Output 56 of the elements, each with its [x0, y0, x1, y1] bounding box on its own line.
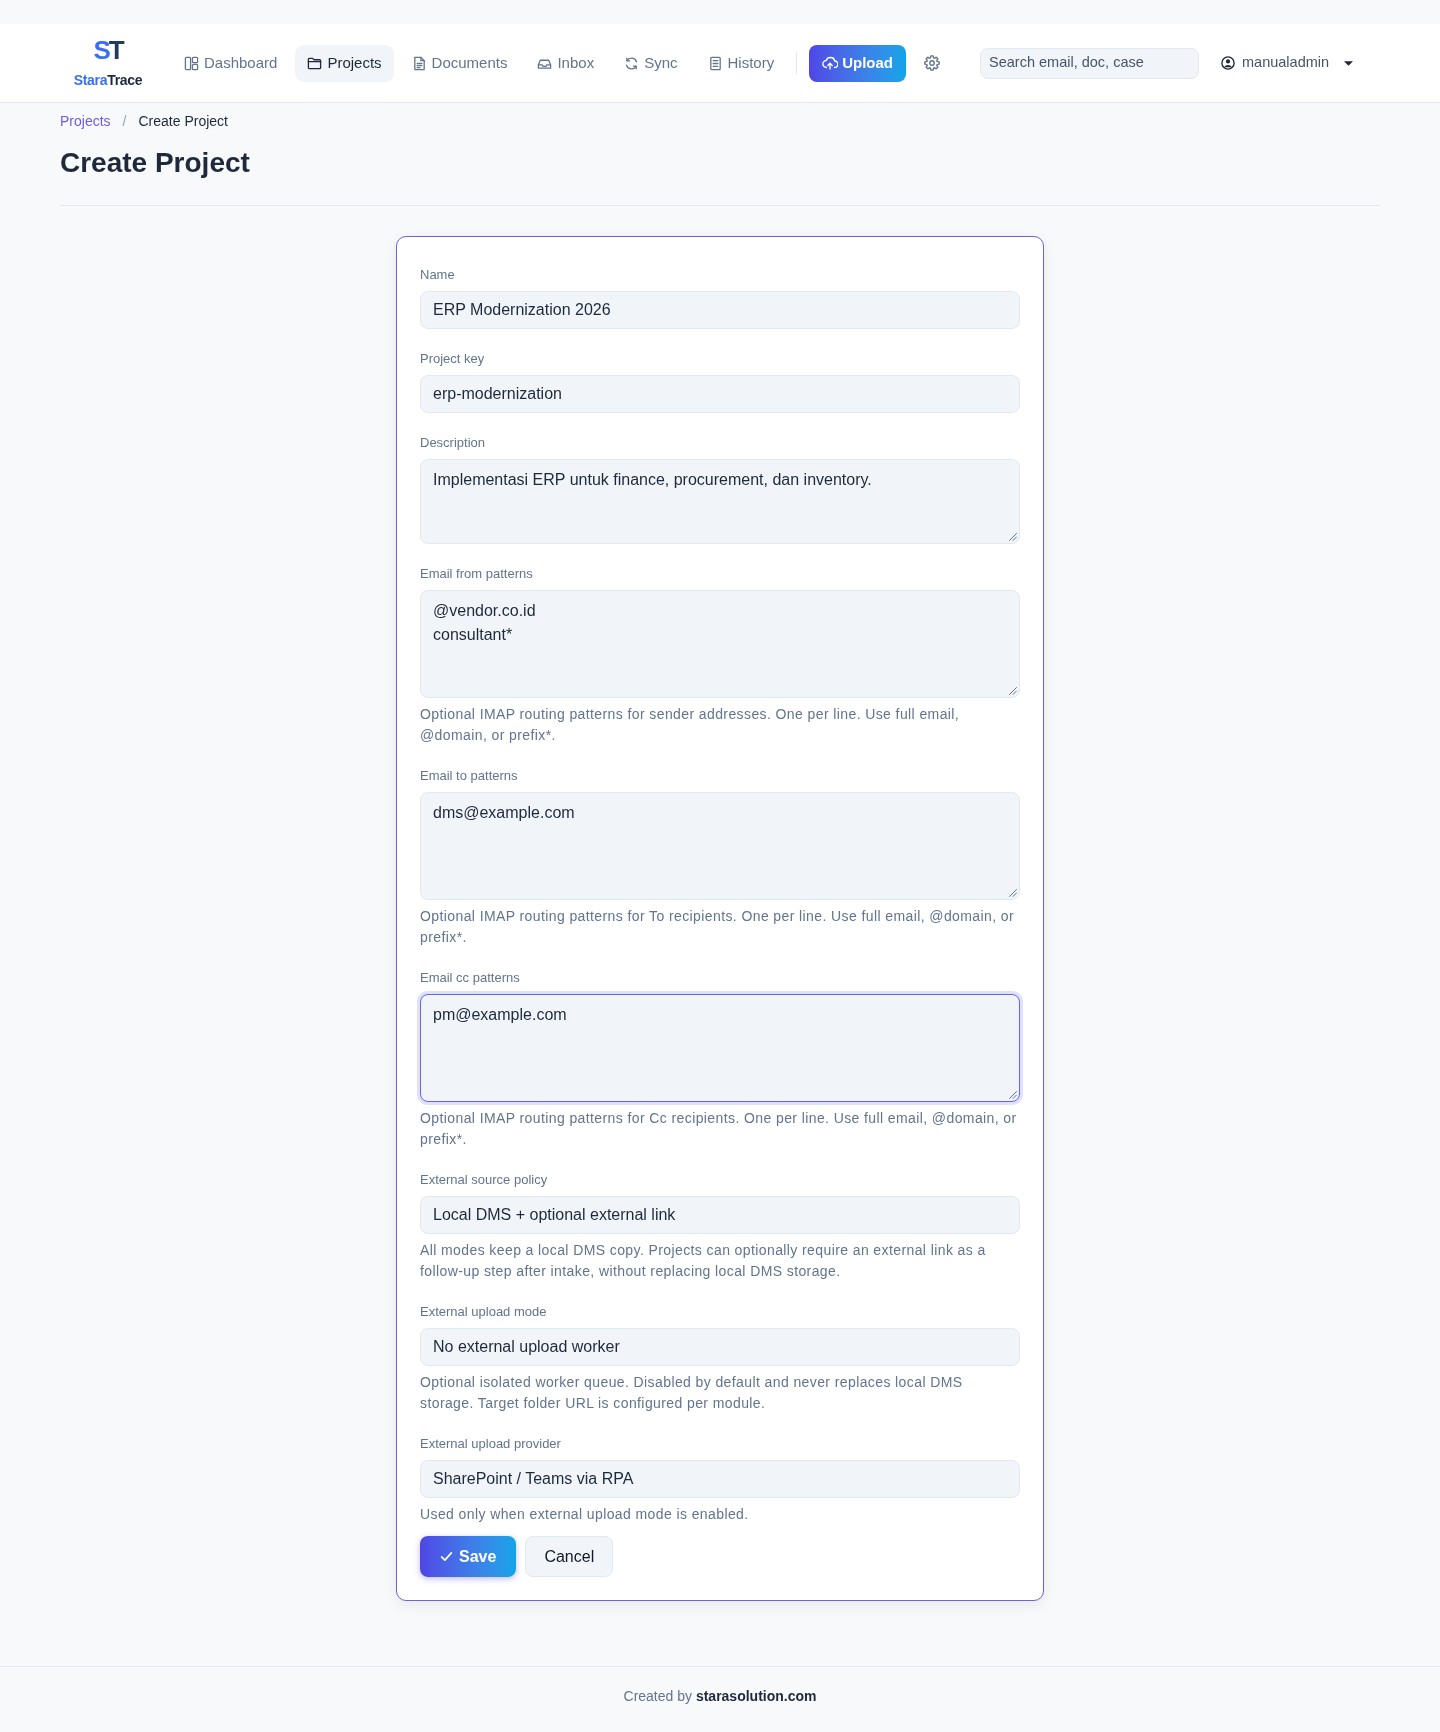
- breadcrumb-separator: /: [122, 112, 127, 131]
- sync-arrows-icon: [624, 55, 640, 71]
- textarea-field[interactable]: Implementasi ERP untuk finance, procurement, dan inventory.: [420, 459, 1020, 544]
- help-text: All modes keep a local DMS copy. Projects can optionally require an external link as a follow-up step after intake, without replacing local DMS storage.: [420, 1241, 987, 1281]
- select-field[interactable]: No external upload worker: [420, 1328, 1020, 1366]
- textarea-field[interactable]: pm@example.com: [420, 994, 1020, 1102]
- nav-tab[interactable]: Inbox: [525, 44, 607, 82]
- user-menu[interactable]: manualadmin: [1221, 52, 1354, 74]
- resize-handle-icon: [1009, 889, 1017, 897]
- textarea-field[interactable]: dms@example.com: [420, 792, 1020, 900]
- caret-down-icon: [1344, 60, 1354, 66]
- select-field[interactable]: SharePoint / Teams via RPA: [420, 1460, 1020, 1498]
- resize-handle-icon: [1009, 533, 1017, 541]
- save-button[interactable]: Save: [420, 1536, 517, 1577]
- brand-name: StaraTrace: [73, 71, 143, 89]
- logo-mark: ST: [93, 37, 123, 63]
- field-label: External upload mode: [420, 1303, 547, 1321]
- field-label: Project key: [420, 350, 485, 368]
- field-label: Email from patterns: [420, 565, 533, 583]
- breadcrumb-link[interactable]: Projects: [60, 111, 111, 131]
- document-icon: [411, 55, 427, 71]
- nav-tab[interactable]: Sync: [612, 44, 690, 82]
- breadcrumb-current: Create Project: [138, 112, 228, 131]
- field-label: External source policy: [420, 1171, 548, 1189]
- help-text: Optional IMAP routing patterns for Cc recipients. One per line. Use full email, @domain, or prefix*.: [420, 1109, 1018, 1149]
- search-field[interactable]: Search email, doc, case: [980, 47, 1200, 79]
- folder-icon: [307, 55, 323, 71]
- cloud-upload-icon: [822, 55, 839, 71]
- textarea-field[interactable]: @vendor.co.id consultant*: [420, 590, 1020, 698]
- help-text: Used only when external upload mode is enabled.: [420, 1505, 750, 1524]
- help-text: Optional IMAP routing patterns for sender addresses. One per line. Use full email, @domain, or prefix*.: [420, 705, 961, 745]
- footer-credit: Created by starasolution.com: [623, 1687, 817, 1706]
- nav-tab[interactable]: Documents: [399, 44, 520, 82]
- field-label: Name: [420, 266, 455, 284]
- dashboard-grid-icon: [184, 55, 199, 71]
- field-label: Email to patterns: [420, 767, 518, 785]
- nav-tab[interactable]: Dashboard: [172, 44, 290, 82]
- field-label: Email cc patterns: [420, 969, 520, 987]
- field-label: Description: [420, 434, 486, 452]
- select-field[interactable]: Local DMS + optional external link: [420, 1196, 1020, 1234]
- nav-tab[interactable]: History: [695, 44, 787, 82]
- text-input-field[interactable]: ERP Modernization 2026: [420, 291, 1020, 329]
- help-text: Optional isolated worker queue. Disabled by default and never replaces local DMS storage. Target folder URL is configured per module.: [420, 1373, 964, 1413]
- field-label: External upload provider: [420, 1435, 561, 1453]
- help-text: Optional IMAP routing patterns for To recipients. One per line. Use full email, @domain, or prefix*.: [420, 907, 1016, 947]
- check-icon: [440, 1550, 453, 1563]
- user-circle-icon: [1221, 56, 1236, 70]
- text-input-field[interactable]: erp-modernization: [420, 375, 1020, 413]
- list-document-icon: [707, 55, 723, 71]
- page-title: Create Project: [60, 146, 250, 180]
- resize-handle-icon: [1009, 1091, 1017, 1099]
- resize-handle-icon: [1009, 687, 1017, 695]
- cancel-button[interactable]: Cancel: [525, 1536, 614, 1577]
- upload-button[interactable]: Upload: [809, 44, 907, 82]
- settings-icon[interactable]: [924, 55, 941, 71]
- nav-tab[interactable]: Projects: [295, 44, 394, 82]
